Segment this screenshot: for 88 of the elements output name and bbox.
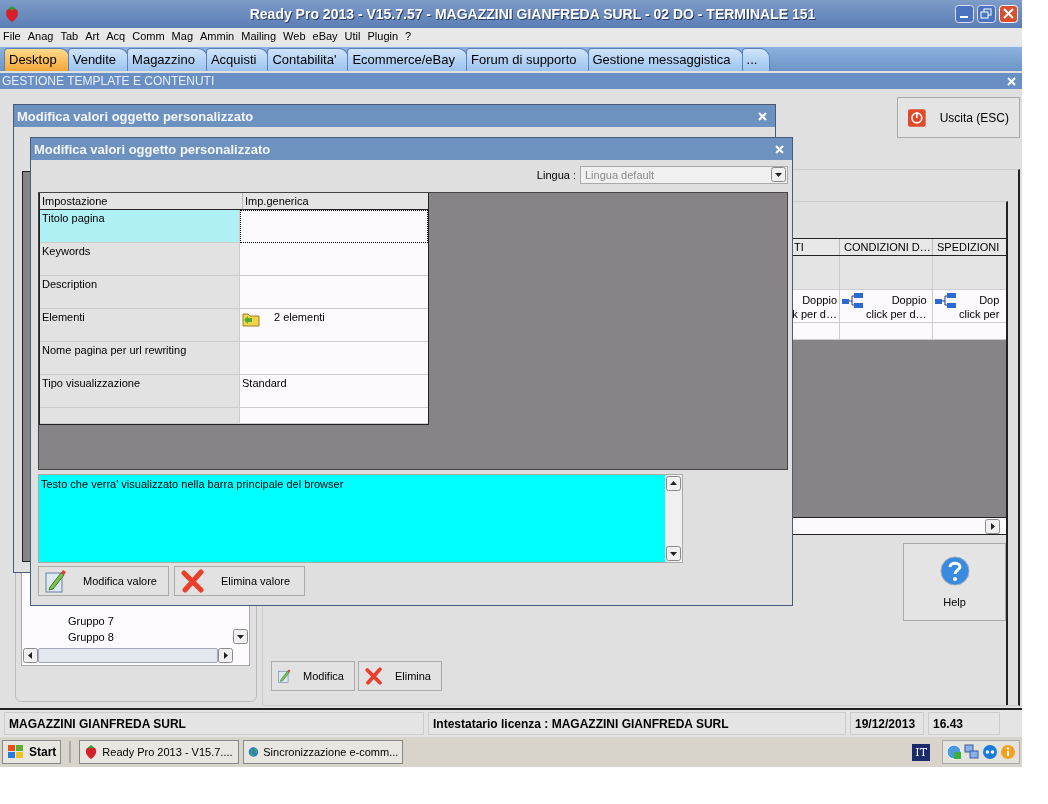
strawberry-icon — [4, 5, 20, 23]
dialog-title: Modifica valori oggetto personalizzato — [17, 108, 254, 124]
scroll-right-icon[interactable] — [218, 648, 233, 663]
table-cell: Dop click per — [959, 293, 1000, 321]
edit-icon — [45, 569, 67, 593]
section-title: GESTIONE TEMPLATE E CONTENUTI — [2, 74, 215, 88]
menu-item[interactable]: Plugin — [366, 30, 405, 42]
scroll-right-icon[interactable] — [985, 518, 1000, 534]
column-header[interactable]: CONDIZIONI D… — [839, 239, 932, 255]
restore-icon[interactable] — [977, 5, 996, 23]
setting-cell[interactable]: Titolo pagina — [40, 210, 240, 243]
edit-button[interactable]: Modifica valore — [38, 566, 169, 596]
tab[interactable]: Vendite — [67, 48, 130, 71]
menu-item[interactable]: Anag — [26, 30, 60, 42]
start-button[interactable]: Start — [2, 740, 62, 764]
menu-item[interactable]: Art — [84, 30, 106, 42]
scroll-up-icon[interactable] — [666, 476, 681, 491]
close-icon[interactable] — [775, 144, 784, 154]
column-header[interactable]: SPEDIZIONI — [932, 239, 1006, 255]
close-icon[interactable] — [758, 111, 767, 121]
scroll-down-icon[interactable] — [666, 546, 681, 561]
menu-item[interactable]: Tab — [59, 30, 85, 42]
menu-item[interactable]: Ammin — [199, 30, 241, 42]
menu-item[interactable]: Comm — [131, 30, 171, 42]
delete-button[interactable]: Elimina valore — [174, 566, 305, 596]
menu-item[interactable]: Mailing — [240, 30, 283, 42]
menu-item[interactable]: ? — [404, 30, 418, 42]
tree-item[interactable]: Gruppo 7 — [68, 613, 249, 629]
close-icon[interactable] — [999, 5, 1018, 23]
tab[interactable]: Gestione messaggistica — [587, 48, 744, 71]
folder-icon — [242, 311, 260, 327]
table-cell: Doppio click per d… — [866, 293, 927, 321]
setting-cell[interactable]: Description — [40, 276, 240, 309]
scroll-left-icon[interactable] — [23, 648, 38, 663]
tab[interactable]: Ecommerce/eBay — [347, 48, 468, 71]
tab[interactable]: Contabilita' — [267, 48, 350, 71]
setting-cell[interactable]: Elementi — [40, 309, 240, 342]
menu-item[interactable]: Acq — [105, 30, 132, 42]
setting-cell[interactable]: Keywords — [40, 243, 240, 276]
setting-cell[interactable]: Nome pagina per url rewriting — [40, 342, 240, 375]
edit-button[interactable]: Modifica — [271, 661, 355, 691]
tab[interactable]: Forum di supporto — [466, 48, 590, 71]
menu-item[interactable]: Util — [343, 30, 367, 42]
info-icon[interactable] — [1000, 744, 1016, 760]
menu-item[interactable]: File — [2, 30, 27, 42]
value-cell[interactable]: Standard — [240, 375, 428, 408]
tab[interactable]: ... — [741, 48, 771, 71]
language-indicator[interactable]: IT — [912, 743, 930, 761]
tab[interactable]: Desktop — [4, 48, 70, 71]
globe-icon — [248, 744, 260, 760]
delete-icon — [181, 569, 205, 593]
column-header[interactable]: Impostazione — [40, 193, 243, 209]
scroll-down-icon[interactable] — [233, 629, 248, 644]
value-cell[interactable] — [240, 210, 428, 243]
value-cell[interactable]: 2 elementi — [240, 309, 428, 342]
column-header[interactable]: Imp.generica — [243, 193, 428, 209]
help-icon — [939, 556, 970, 586]
menu-item[interactable]: eBay — [311, 30, 344, 42]
messenger-icon[interactable] — [982, 744, 998, 760]
strawberry-icon — [84, 744, 99, 760]
power-icon — [908, 108, 926, 127]
windows-logo-icon — [7, 744, 25, 760]
help-button[interactable]: Help — [903, 543, 1006, 621]
setting-cell[interactable]: Tipo visualizzazione — [40, 375, 240, 408]
menu-item[interactable]: Mag — [170, 30, 199, 42]
table-cell: Doppio k per d… — [792, 293, 837, 321]
dialog-title: Modifica valori oggetto personalizzato — [34, 141, 271, 157]
description-field[interactable]: Testo che verra' visualizzato nella barra principale del browser — [38, 474, 683, 563]
language-label: Lingua : — [536, 168, 576, 181]
tab[interactable]: Magazzino — [127, 48, 208, 71]
exit-button[interactable]: Uscita (ESC) — [897, 97, 1020, 138]
status-date: 19/12/2013 — [850, 712, 924, 735]
delete-button[interactable]: Elimina — [358, 661, 442, 691]
network-icon[interactable] — [946, 744, 962, 760]
scroll-thumb[interactable] — [38, 648, 218, 663]
status-company: MAGAZZINI GIANFREDA SURL — [4, 712, 424, 735]
tree-item[interactable]: Gruppo 8 — [68, 629, 249, 645]
taskbar-button[interactable]: Sincronizzazione e-comm... — [243, 740, 404, 764]
status-time: 16.43 — [928, 712, 1000, 735]
menu-item[interactable]: Web — [282, 30, 312, 42]
delete-icon — [365, 664, 383, 688]
close-icon[interactable] — [1007, 76, 1016, 86]
tab[interactable]: Acquisti — [205, 48, 270, 71]
minimize-icon[interactable] — [955, 5, 974, 23]
window-title: Ready Pro 2013 - V15.7.57 - MAGAZZINI GIANFREDA SURL - 02 DO - TERMINALE 151 — [248, 6, 817, 22]
status-license: Intestatario licenza : MAGAZZINI GIANFREDA SURL — [428, 712, 846, 735]
taskbar-button[interactable]: Ready Pro 2013 - V15.7.... — [79, 740, 240, 764]
computers-icon[interactable] — [964, 744, 980, 760]
